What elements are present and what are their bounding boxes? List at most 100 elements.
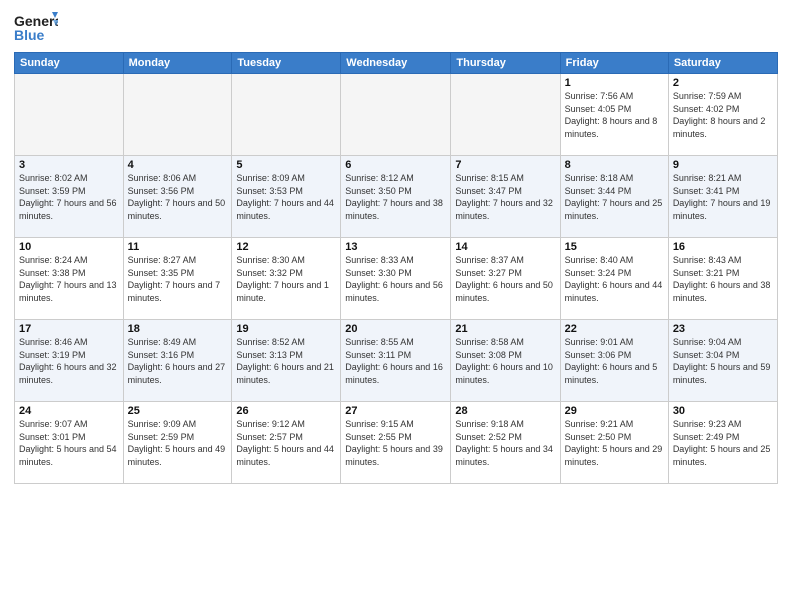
day-cell: 11Sunrise: 8:27 AM Sunset: 3:35 PM Dayli…	[123, 238, 232, 320]
day-cell: 25Sunrise: 9:09 AM Sunset: 2:59 PM Dayli…	[123, 402, 232, 484]
svg-text:Blue: Blue	[14, 27, 45, 43]
day-cell	[341, 74, 451, 156]
day-number: 9	[673, 159, 773, 171]
day-info: Sunrise: 9:07 AM Sunset: 3:01 PM Dayligh…	[19, 418, 119, 468]
day-info: Sunrise: 8:27 AM Sunset: 3:35 PM Dayligh…	[128, 254, 228, 304]
day-number: 10	[19, 241, 119, 253]
page-header: General Blue	[14, 10, 778, 46]
day-cell: 10Sunrise: 8:24 AM Sunset: 3:38 PM Dayli…	[15, 238, 124, 320]
day-number: 2	[673, 77, 773, 89]
day-cell	[15, 74, 124, 156]
day-cell: 15Sunrise: 8:40 AM Sunset: 3:24 PM Dayli…	[560, 238, 668, 320]
day-number: 15	[565, 241, 664, 253]
day-info: Sunrise: 8:30 AM Sunset: 3:32 PM Dayligh…	[236, 254, 336, 304]
day-info: Sunrise: 7:59 AM Sunset: 4:02 PM Dayligh…	[673, 90, 773, 140]
logo: General Blue	[14, 10, 58, 46]
day-cell: 17Sunrise: 8:46 AM Sunset: 3:19 PM Dayli…	[15, 320, 124, 402]
day-cell: 21Sunrise: 8:58 AM Sunset: 3:08 PM Dayli…	[451, 320, 560, 402]
day-cell: 19Sunrise: 8:52 AM Sunset: 3:13 PM Dayli…	[232, 320, 341, 402]
day-cell: 28Sunrise: 9:18 AM Sunset: 2:52 PM Dayli…	[451, 402, 560, 484]
col-header-saturday: Saturday	[668, 53, 777, 74]
day-number: 22	[565, 323, 664, 335]
day-cell: 22Sunrise: 9:01 AM Sunset: 3:06 PM Dayli…	[560, 320, 668, 402]
col-header-tuesday: Tuesday	[232, 53, 341, 74]
calendar-table: SundayMondayTuesdayWednesdayThursdayFrid…	[14, 52, 778, 484]
day-cell: 7Sunrise: 8:15 AM Sunset: 3:47 PM Daylig…	[451, 156, 560, 238]
week-row-5: 24Sunrise: 9:07 AM Sunset: 3:01 PM Dayli…	[15, 402, 778, 484]
day-cell: 1Sunrise: 7:56 AM Sunset: 4:05 PM Daylig…	[560, 74, 668, 156]
day-number: 20	[345, 323, 446, 335]
day-info: Sunrise: 9:09 AM Sunset: 2:59 PM Dayligh…	[128, 418, 228, 468]
day-cell	[451, 74, 560, 156]
day-number: 16	[673, 241, 773, 253]
day-info: Sunrise: 9:23 AM Sunset: 2:49 PM Dayligh…	[673, 418, 773, 468]
day-cell: 13Sunrise: 8:33 AM Sunset: 3:30 PM Dayli…	[341, 238, 451, 320]
col-header-thursday: Thursday	[451, 53, 560, 74]
day-info: Sunrise: 7:56 AM Sunset: 4:05 PM Dayligh…	[565, 90, 664, 140]
day-info: Sunrise: 8:09 AM Sunset: 3:53 PM Dayligh…	[236, 172, 336, 222]
week-row-4: 17Sunrise: 8:46 AM Sunset: 3:19 PM Dayli…	[15, 320, 778, 402]
day-info: Sunrise: 9:21 AM Sunset: 2:50 PM Dayligh…	[565, 418, 664, 468]
day-number: 27	[345, 405, 446, 417]
day-info: Sunrise: 8:40 AM Sunset: 3:24 PM Dayligh…	[565, 254, 664, 304]
day-number: 18	[128, 323, 228, 335]
day-number: 21	[455, 323, 555, 335]
day-cell: 6Sunrise: 8:12 AM Sunset: 3:50 PM Daylig…	[341, 156, 451, 238]
day-number: 23	[673, 323, 773, 335]
day-info: Sunrise: 9:12 AM Sunset: 2:57 PM Dayligh…	[236, 418, 336, 468]
day-info: Sunrise: 9:04 AM Sunset: 3:04 PM Dayligh…	[673, 336, 773, 386]
day-info: Sunrise: 8:02 AM Sunset: 3:59 PM Dayligh…	[19, 172, 119, 222]
day-cell: 23Sunrise: 9:04 AM Sunset: 3:04 PM Dayli…	[668, 320, 777, 402]
day-info: Sunrise: 9:01 AM Sunset: 3:06 PM Dayligh…	[565, 336, 664, 386]
day-info: Sunrise: 8:18 AM Sunset: 3:44 PM Dayligh…	[565, 172, 664, 222]
day-cell: 12Sunrise: 8:30 AM Sunset: 3:32 PM Dayli…	[232, 238, 341, 320]
day-number: 14	[455, 241, 555, 253]
day-cell: 5Sunrise: 8:09 AM Sunset: 3:53 PM Daylig…	[232, 156, 341, 238]
col-header-wednesday: Wednesday	[341, 53, 451, 74]
week-row-3: 10Sunrise: 8:24 AM Sunset: 3:38 PM Dayli…	[15, 238, 778, 320]
day-number: 28	[455, 405, 555, 417]
day-info: Sunrise: 8:58 AM Sunset: 3:08 PM Dayligh…	[455, 336, 555, 386]
week-row-1: 1Sunrise: 7:56 AM Sunset: 4:05 PM Daylig…	[15, 74, 778, 156]
day-cell: 30Sunrise: 9:23 AM Sunset: 2:49 PM Dayli…	[668, 402, 777, 484]
day-number: 13	[345, 241, 446, 253]
day-cell	[232, 74, 341, 156]
day-cell: 3Sunrise: 8:02 AM Sunset: 3:59 PM Daylig…	[15, 156, 124, 238]
day-info: Sunrise: 8:37 AM Sunset: 3:27 PM Dayligh…	[455, 254, 555, 304]
day-cell: 2Sunrise: 7:59 AM Sunset: 4:02 PM Daylig…	[668, 74, 777, 156]
day-info: Sunrise: 8:21 AM Sunset: 3:41 PM Dayligh…	[673, 172, 773, 222]
day-cell: 24Sunrise: 9:07 AM Sunset: 3:01 PM Dayli…	[15, 402, 124, 484]
day-cell: 9Sunrise: 8:21 AM Sunset: 3:41 PM Daylig…	[668, 156, 777, 238]
week-row-2: 3Sunrise: 8:02 AM Sunset: 3:59 PM Daylig…	[15, 156, 778, 238]
col-header-monday: Monday	[123, 53, 232, 74]
day-cell: 14Sunrise: 8:37 AM Sunset: 3:27 PM Dayli…	[451, 238, 560, 320]
day-number: 1	[565, 77, 664, 89]
day-number: 8	[565, 159, 664, 171]
day-info: Sunrise: 8:24 AM Sunset: 3:38 PM Dayligh…	[19, 254, 119, 304]
day-cell: 8Sunrise: 8:18 AM Sunset: 3:44 PM Daylig…	[560, 156, 668, 238]
day-number: 12	[236, 241, 336, 253]
col-header-sunday: Sunday	[15, 53, 124, 74]
day-cell	[123, 74, 232, 156]
day-info: Sunrise: 8:33 AM Sunset: 3:30 PM Dayligh…	[345, 254, 446, 304]
day-number: 19	[236, 323, 336, 335]
day-cell: 26Sunrise: 9:12 AM Sunset: 2:57 PM Dayli…	[232, 402, 341, 484]
day-number: 6	[345, 159, 446, 171]
day-info: Sunrise: 9:15 AM Sunset: 2:55 PM Dayligh…	[345, 418, 446, 468]
day-number: 3	[19, 159, 119, 171]
logo-svg: General Blue	[14, 10, 58, 46]
day-number: 24	[19, 405, 119, 417]
day-number: 4	[128, 159, 228, 171]
day-number: 30	[673, 405, 773, 417]
day-info: Sunrise: 8:15 AM Sunset: 3:47 PM Dayligh…	[455, 172, 555, 222]
calendar-header-row: SundayMondayTuesdayWednesdayThursdayFrid…	[15, 53, 778, 74]
day-info: Sunrise: 8:49 AM Sunset: 3:16 PM Dayligh…	[128, 336, 228, 386]
day-cell: 27Sunrise: 9:15 AM Sunset: 2:55 PM Dayli…	[341, 402, 451, 484]
day-cell: 20Sunrise: 8:55 AM Sunset: 3:11 PM Dayli…	[341, 320, 451, 402]
day-cell: 16Sunrise: 8:43 AM Sunset: 3:21 PM Dayli…	[668, 238, 777, 320]
day-number: 25	[128, 405, 228, 417]
day-number: 7	[455, 159, 555, 171]
col-header-friday: Friday	[560, 53, 668, 74]
day-info: Sunrise: 8:52 AM Sunset: 3:13 PM Dayligh…	[236, 336, 336, 386]
day-cell: 4Sunrise: 8:06 AM Sunset: 3:56 PM Daylig…	[123, 156, 232, 238]
